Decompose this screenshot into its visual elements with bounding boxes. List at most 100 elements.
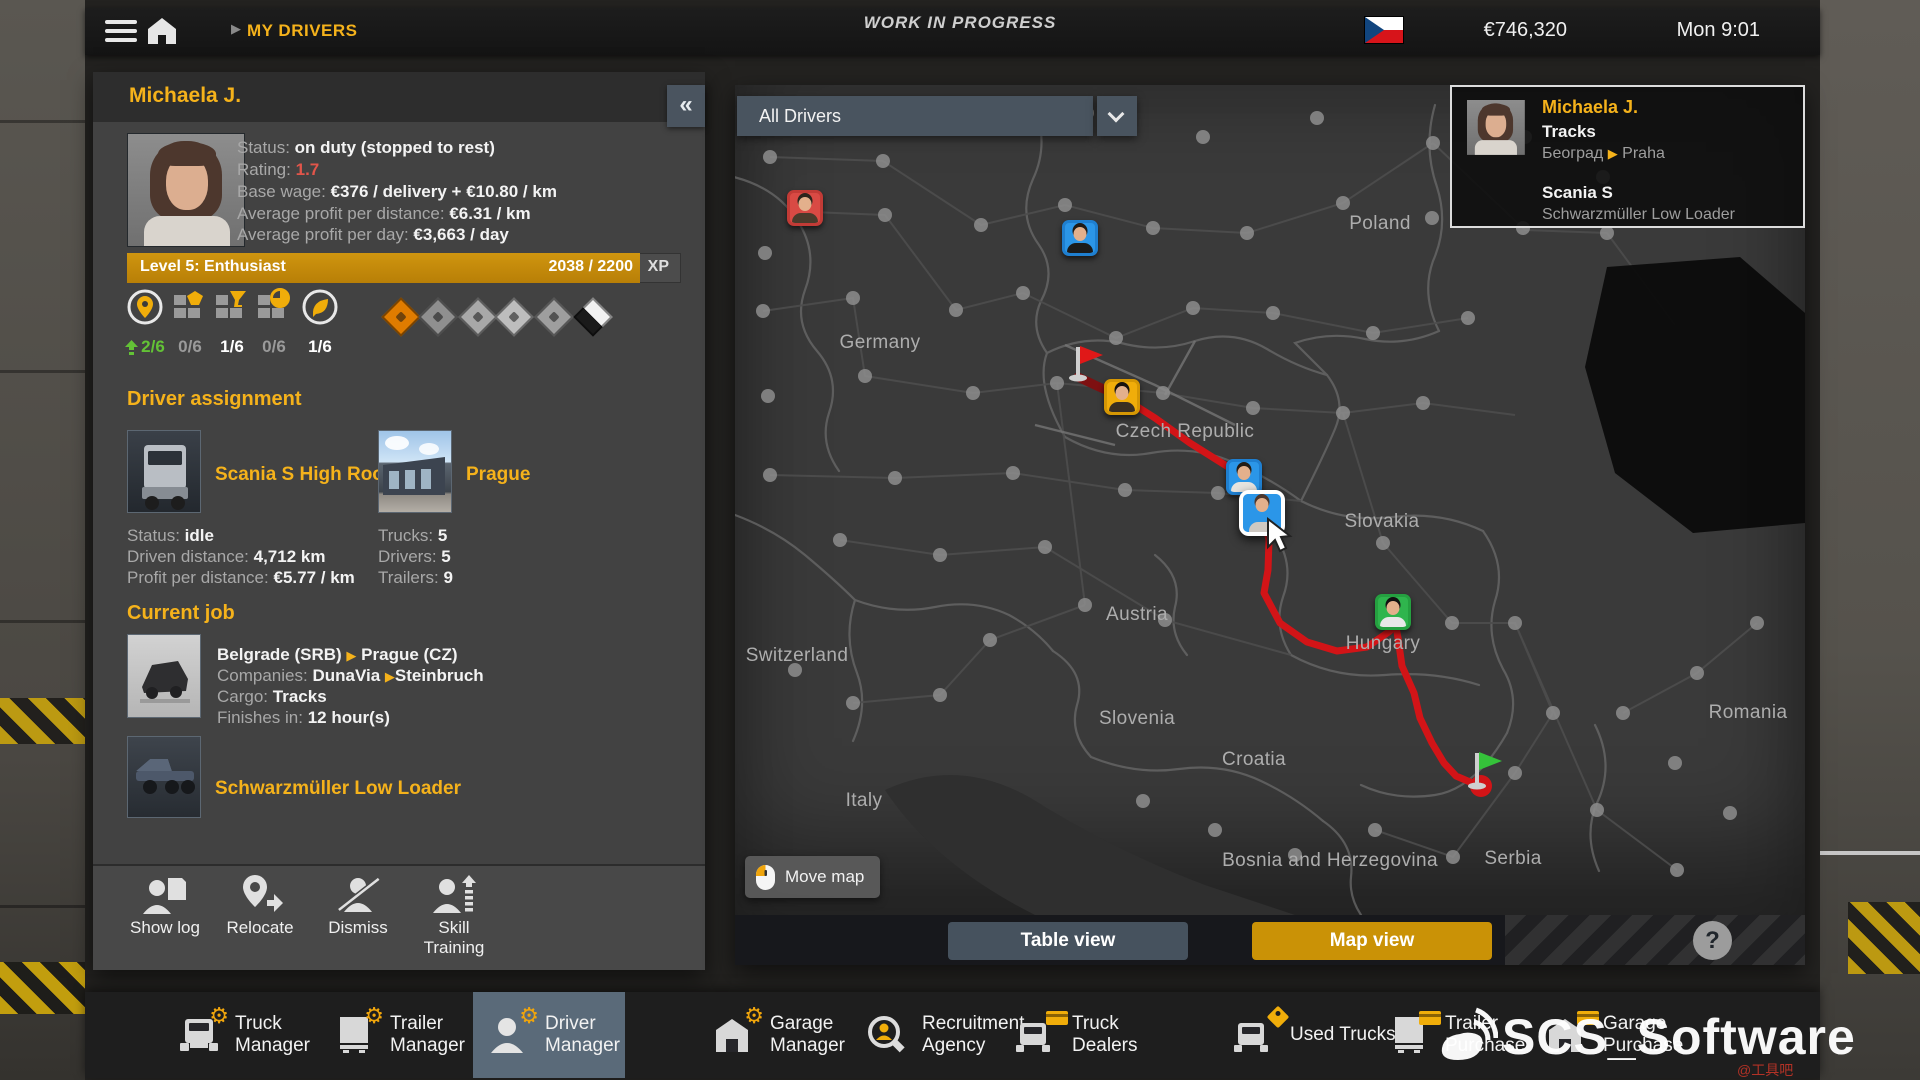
map-footer: Table view Map view ? xyxy=(735,915,1805,965)
truck-manager-icon: ⚙ xyxy=(177,1015,223,1055)
skill-training-button[interactable]: Skill Training xyxy=(406,874,502,958)
job-finish-line: Finishes in: 12 hour(s) xyxy=(217,708,390,728)
xp-suffix: XP xyxy=(648,258,669,276)
current-job-header: Current job xyxy=(127,602,235,625)
map-view-button[interactable]: Map view xyxy=(1252,922,1492,960)
upgrade-arrow-icon xyxy=(125,340,138,355)
truck-status-line: Status: idle xyxy=(127,526,214,546)
map-label: Hungary xyxy=(1346,633,1421,655)
driver-profit-day-line: Average profit per day: €3,663 / day xyxy=(237,225,509,245)
tab-truck-dealers[interactable]: TruckDealers xyxy=(1000,992,1151,1078)
high-value-cargo-icon xyxy=(170,287,210,329)
driver-wage-line: Base wage: €376 / delivery + €10.80 / km xyxy=(237,182,557,202)
gear-icon: ⚙ xyxy=(744,1006,764,1028)
skill-high-value-cargo[interactable]: 0/6 xyxy=(166,287,214,357)
czech-flag-icon xyxy=(1365,17,1403,43)
adr-oxidizer-icon xyxy=(494,297,534,337)
map-label: Croatia xyxy=(1222,749,1286,771)
skill-urgent-delivery[interactable]: 0/6 xyxy=(250,287,298,357)
skill-eco-driving[interactable]: 1/6 xyxy=(296,287,344,357)
tab-driver-manager[interactable]: ⚙ DriverManager xyxy=(473,992,625,1078)
assigned-garage-link[interactable]: Prague xyxy=(466,464,530,486)
drivers-map-panel: ds Poland Germany rg Czech Republic Slov… xyxy=(735,85,1805,965)
move-map-hint: Move map xyxy=(745,856,880,898)
hazard-stripe xyxy=(0,962,88,1014)
garage-manager-icon: ⚙ xyxy=(712,1015,758,1055)
truck-profit-line: Profit per distance: €5.77 / km xyxy=(127,568,355,588)
job-cargo-line: Cargo: Tracks xyxy=(217,687,327,707)
map-label: Austria xyxy=(1106,604,1168,626)
job-route-line: Belgrade (SRB) ▶ Prague (CZ) xyxy=(217,645,458,665)
gear-icon: ⚙ xyxy=(364,1006,384,1028)
dismiss-icon xyxy=(335,874,381,916)
map-label: Czech Republic xyxy=(1116,421,1255,443)
menu-icon[interactable] xyxy=(105,20,137,43)
eco-driving-icon xyxy=(300,287,340,329)
garage-trailers-line: Trailers: 9 xyxy=(378,568,453,588)
skill-training-icon xyxy=(431,874,477,916)
truck-distance-line: Driven distance: 4,712 km xyxy=(127,547,325,567)
map-label: Romania xyxy=(1709,702,1788,724)
level-label: Level 5: Enthusiast xyxy=(140,258,286,276)
driver-map-tooltip: Michaela J. Tracks Београд ▶ Praha Scani… xyxy=(1450,85,1805,228)
help-button[interactable]: ? xyxy=(1693,921,1732,960)
driver-profit-distance-line: Average profit per distance: €6.31 / km xyxy=(237,204,531,224)
map-label: Switzerland xyxy=(746,645,849,667)
driver-filter-dropdown[interactable]: All Drivers xyxy=(737,96,1093,136)
adr-flammable-icon xyxy=(458,297,498,337)
dismiss-button[interactable]: Dismiss xyxy=(310,874,406,938)
home-icon[interactable] xyxy=(147,17,177,45)
tooltip-route: Београд ▶ Praha xyxy=(1542,145,1665,163)
hangar-floor-line xyxy=(1806,851,1920,855)
skill-fragile-cargo[interactable]: 1/6 xyxy=(208,287,256,357)
tooltip-driver-name: Michaela J. xyxy=(1542,97,1638,118)
garage-drivers-line: Drivers: 5 xyxy=(378,547,451,567)
tab-garage-manager[interactable]: ⚙ GarageManager xyxy=(698,992,859,1078)
xp-progress-bar: Level 5: Enthusiast 2038 / 2200 XP xyxy=(127,253,681,283)
trailer-manager-icon: ⚙ xyxy=(332,1015,378,1055)
hazard-stripe xyxy=(1848,902,1920,974)
driver-marker-blue[interactable] xyxy=(1062,220,1098,256)
driver-manager-icon: ⚙ xyxy=(487,1015,533,1055)
credit-card-icon xyxy=(1046,1011,1068,1025)
urgent-delivery-icon xyxy=(254,287,294,329)
map-label: Poland xyxy=(1349,213,1411,235)
map-label: Germany xyxy=(840,332,921,354)
game-screen: ▶ MY DRIVERS €746,320 Mon 9:01 WORK IN P… xyxy=(0,0,1920,1080)
table-view-button[interactable]: Table view xyxy=(948,922,1188,960)
relocate-button[interactable]: Relocate xyxy=(212,874,308,938)
money-balance: €746,320 xyxy=(1415,19,1567,42)
map-label: Bosnia and Herzegovina xyxy=(1222,850,1438,872)
map-label: Italy xyxy=(846,790,883,812)
driver-marker-green[interactable] xyxy=(1375,594,1411,630)
driver-actions-strip: Show log Relocate Dismiss xyxy=(93,864,705,970)
dropdown-chevron-button[interactable] xyxy=(1097,96,1137,136)
tab-truck-manager[interactable]: ⚙ TruckManager xyxy=(163,992,324,1078)
gear-icon: ⚙ xyxy=(209,1006,229,1028)
adr-corrosive-icon xyxy=(573,297,613,337)
trailer-link[interactable]: Schwarzmüller Low Loader xyxy=(215,778,461,800)
map-label: Slovakia xyxy=(1344,511,1419,533)
truck-dealers-icon xyxy=(1014,1015,1060,1055)
relocate-icon xyxy=(237,874,283,916)
chevron-down-icon xyxy=(1108,106,1125,123)
breadcrumb-chevron-icon: ▶ xyxy=(231,21,241,37)
hazard-stripes-decor xyxy=(1505,915,1805,965)
trailer-thumbnail[interactable] xyxy=(127,736,201,818)
cargo-thumbnail xyxy=(127,634,201,718)
watermark-logo-icon xyxy=(1434,1006,1498,1066)
tab-trailer-manager[interactable]: ⚙ TrailerManager xyxy=(318,992,479,1078)
show-log-button[interactable]: Show log xyxy=(117,874,213,938)
map-label: Slovenia xyxy=(1099,708,1175,730)
driver-detail-panel: Michaela J. « Status: on duty (stopped t… xyxy=(93,72,705,970)
assigned-truck-link[interactable]: Scania S High Roof xyxy=(215,464,390,486)
tooltip-trailer: Schwarzmüller Low Loader xyxy=(1542,206,1735,224)
driver-marker-red[interactable] xyxy=(787,190,823,226)
assigned-truck-thumbnail[interactable] xyxy=(127,430,201,513)
collapse-panel-button[interactable]: « xyxy=(667,85,705,127)
skill-long-distance[interactable]: 2/6 xyxy=(121,287,169,357)
tooltip-portrait xyxy=(1467,100,1525,155)
assigned-garage-thumbnail[interactable] xyxy=(378,430,452,513)
driver-marker-yellow[interactable] xyxy=(1104,379,1140,415)
driver-name: Michaela J. xyxy=(129,84,241,108)
